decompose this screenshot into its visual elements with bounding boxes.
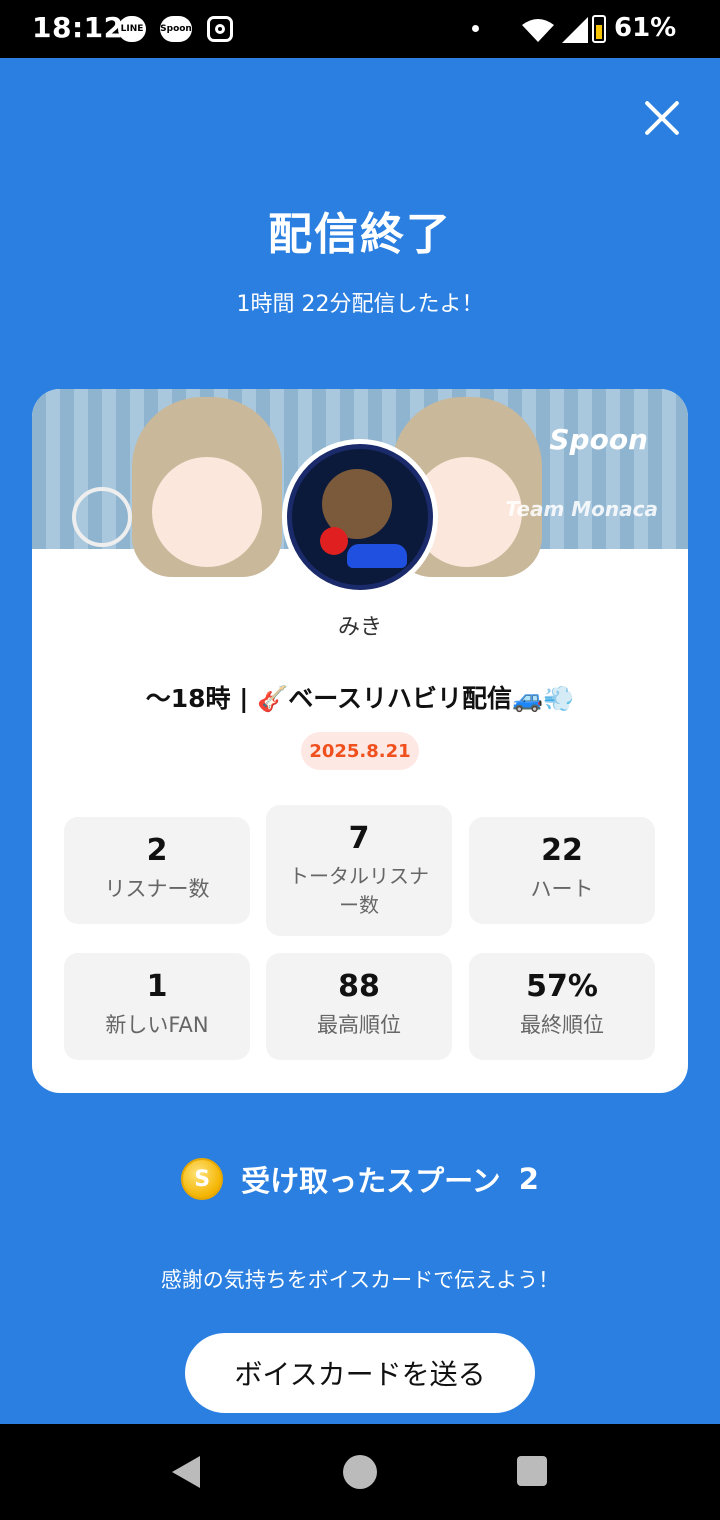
battery-icon [592, 15, 606, 43]
recent-apps-icon[interactable] [517, 1456, 547, 1486]
character-illustration [132, 397, 282, 577]
received-spoons: S 受け取ったスプーン 2 [0, 1158, 720, 1200]
banner-logo: Spoon [549, 423, 648, 456]
page-title: 配信終了 [268, 209, 452, 260]
close-icon[interactable] [642, 98, 682, 138]
stat-highest-rank: 88 最高順位 [266, 953, 452, 1060]
stat-label: 最終順位 [520, 1013, 604, 1037]
banner-team-text: Team Monaca [505, 497, 658, 521]
stat-label: リスナー数 [104, 877, 210, 901]
spoon-coin-icon: S [181, 1158, 224, 1200]
wifi-icon [522, 19, 554, 42]
stat-label: ハート [530, 877, 594, 901]
status-time: 18:12 [32, 11, 124, 44]
back-icon[interactable] [172, 1456, 200, 1488]
received-spoons-label: 受け取ったスプーン [241, 1164, 501, 1198]
send-voice-card-button[interactable]: ボイスカードを送る [185, 1333, 535, 1413]
stat-value: 7 [348, 821, 370, 856]
instagram-icon [207, 16, 233, 42]
thanks-message: 感謝の気持ちをボイスカードで伝えよう！ [160, 1268, 560, 1292]
navigation-bar [0, 1424, 720, 1520]
stat-final-rank: 57% 最終順位 [469, 953, 655, 1060]
stat-value: 22 [541, 833, 583, 868]
date-badge: 2025.8.21 [301, 732, 419, 770]
battery-percent: 61% [614, 13, 677, 43]
stat-value: 2 [146, 833, 168, 868]
received-spoons-count: 2 [518, 1162, 539, 1196]
stat-value: 57% [526, 969, 598, 1004]
spoon-app-icon: Spoon [160, 16, 192, 42]
stat-hearts: 22 ハート [469, 817, 655, 924]
broadcast-duration: 1時間 22分配信したよ！ [236, 292, 484, 317]
notification-dot-icon [472, 25, 479, 32]
stat-new-fans: 1 新しいFAN [64, 953, 250, 1060]
stat-label: 新しいFAN [105, 1013, 209, 1037]
stat-listeners: 2 リスナー数 [64, 817, 250, 924]
signal-icon [562, 17, 588, 43]
summary-card: Spoon Team Monaca みき ～18時 | 🎸ベースリハビリ配信🚙💨… [32, 389, 688, 1093]
line-app-icon: LINE [118, 16, 146, 42]
live-title: ～18時 | 🎸ベースリハビリ配信🚙💨 [145, 684, 575, 713]
home-icon[interactable] [343, 1455, 377, 1489]
stat-label: トータルリスナー数 [289, 864, 429, 917]
stat-value: 1 [146, 969, 168, 1004]
fan-illustration [72, 487, 132, 547]
stat-label: 最高順位 [317, 1013, 401, 1037]
status-bar: 18:12 LINE Spoon 61% [0, 0, 720, 58]
stat-value: 88 [338, 969, 380, 1004]
stat-total-listeners: 7 トータルリスナー数 [266, 805, 452, 936]
avatar [282, 439, 438, 595]
username: みき [337, 615, 382, 640]
